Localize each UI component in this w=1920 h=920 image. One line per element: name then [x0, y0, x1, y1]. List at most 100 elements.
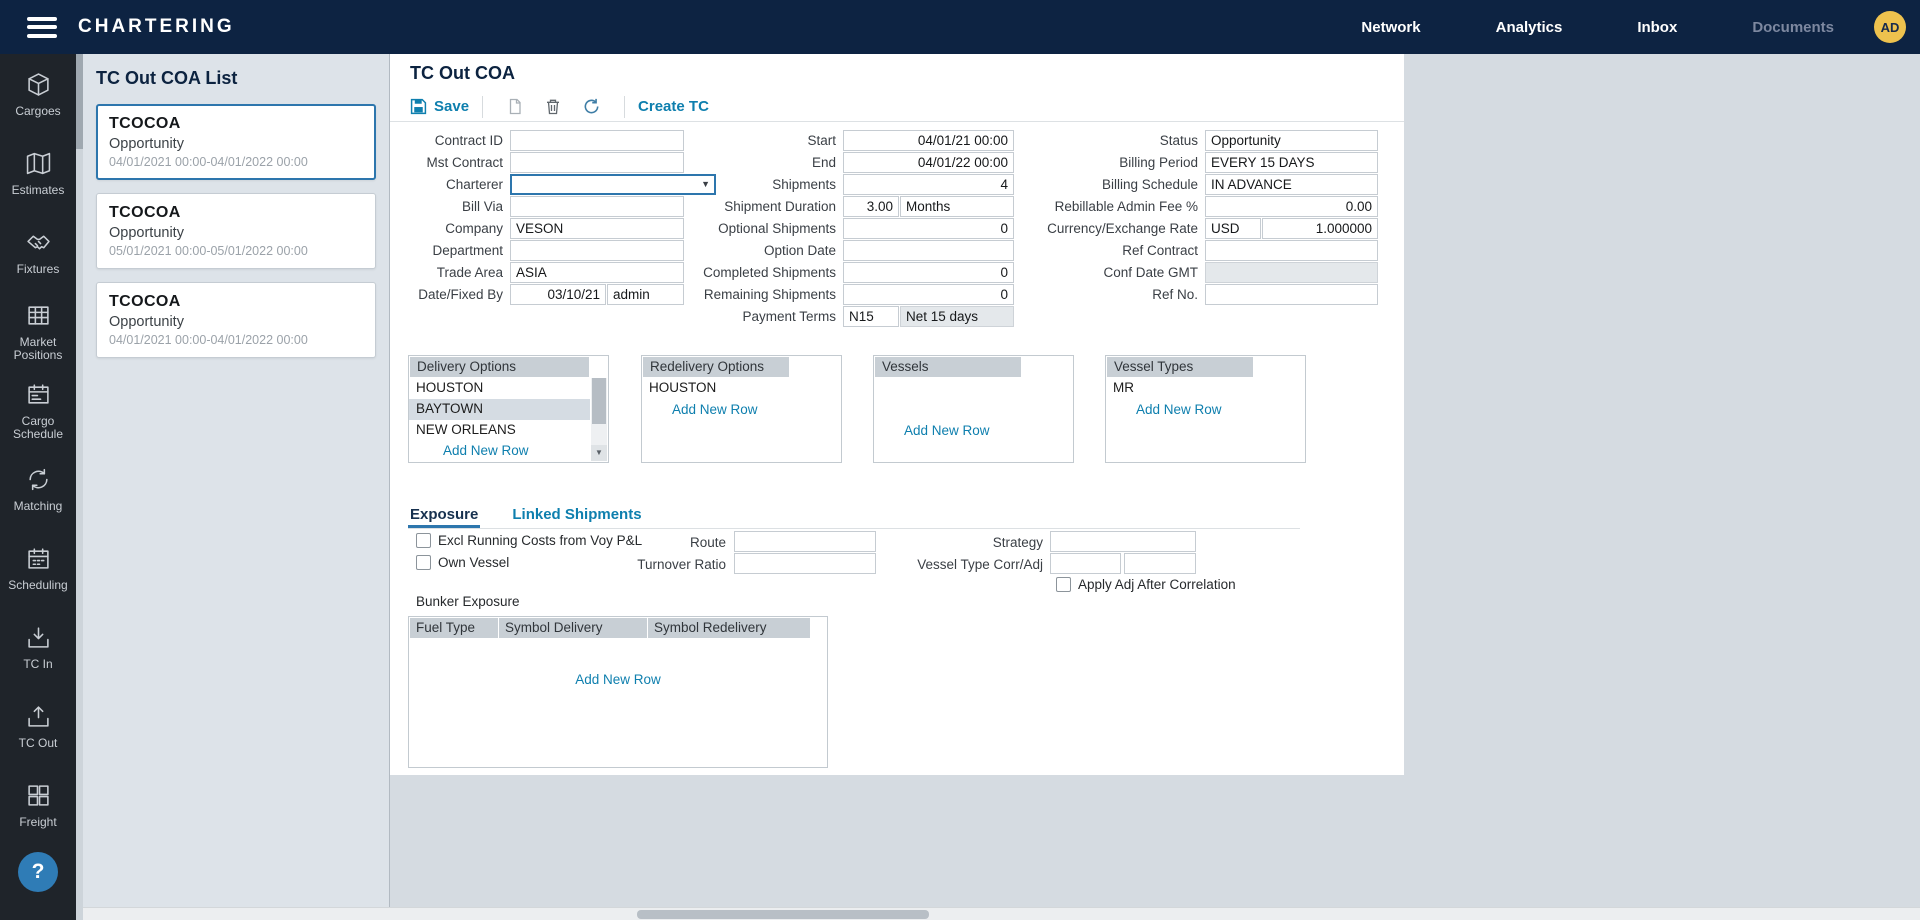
- nav-inbox[interactable]: Inbox: [1637, 19, 1677, 36]
- vessel-types-add-new-row-link[interactable]: Add New Row: [1106, 402, 1305, 417]
- form-column-right: Status Billing Period Billing Schedule R…: [1034, 130, 1378, 306]
- delivery-option-row-selected[interactable]: BAYTOWN: [409, 399, 590, 420]
- sidebar-item-tc-in[interactable]: TC In: [0, 609, 76, 688]
- nav-network[interactable]: Network: [1361, 19, 1420, 36]
- coa-card-dates: 05/01/2021 00:00-05/01/2022 00:00: [109, 244, 363, 258]
- menu-icon[interactable]: [27, 17, 57, 38]
- mst-contract-input[interactable]: [510, 152, 684, 173]
- delivery-option-row[interactable]: HOUSTON: [409, 378, 590, 399]
- currency-input[interactable]: [1205, 218, 1261, 239]
- sidebar-item-tc-out[interactable]: TC Out: [0, 688, 76, 767]
- turnover-ratio-input[interactable]: [734, 553, 876, 574]
- billing-schedule-label: Billing Schedule: [1034, 177, 1205, 192]
- create-tc-button[interactable]: Create TC: [638, 98, 709, 115]
- shipment-duration-unit-input[interactable]: [900, 196, 1014, 217]
- coa-card-status: Opportunity: [109, 314, 363, 330]
- sidebar-item-market-positions[interactable]: Market Positions: [0, 293, 76, 372]
- coa-card-name: TCOCOA: [109, 293, 363, 311]
- billing-period-label: Billing Period: [1034, 155, 1205, 170]
- tab-exposure[interactable]: Exposure: [408, 504, 480, 528]
- fixed-date-input[interactable]: [510, 284, 606, 305]
- shipment-duration-input[interactable]: [843, 196, 899, 217]
- trade-area-input[interactable]: [510, 262, 684, 283]
- sidebar-item-fixtures[interactable]: Fixtures: [0, 214, 76, 293]
- trade-area-label: Trade Area: [398, 265, 510, 280]
- tab-linked-shipments[interactable]: Linked Shipments: [510, 504, 643, 528]
- coa-card-name: TCOCOA: [109, 204, 363, 222]
- delivery-add-new-row-link[interactable]: Add New Row: [409, 443, 608, 458]
- fixed-by-input[interactable]: [607, 284, 684, 305]
- tc-out-icon: [26, 704, 51, 732]
- strategy-input[interactable]: [1050, 531, 1196, 552]
- rebillable-admin-fee-input[interactable]: [1205, 196, 1378, 217]
- company-input[interactable]: [510, 218, 684, 239]
- save-button-label: Save: [434, 98, 469, 115]
- list-scrollbar-thumb[interactable]: [76, 54, 83, 149]
- nav-analytics[interactable]: Analytics: [1496, 19, 1563, 36]
- mst-contract-label: Mst Contract: [398, 155, 510, 170]
- delivery-grid-scrollbar-thumb[interactable]: [592, 378, 606, 424]
- sidebar-item-label: Freight: [2, 816, 74, 829]
- scroll-down-arrow-icon[interactable]: ▼: [591, 445, 607, 461]
- horizontal-scrollbar[interactable]: [83, 907, 1920, 920]
- help-button[interactable]: ?: [18, 852, 58, 892]
- remaining-shipments-input[interactable]: [843, 284, 1014, 305]
- completed-shipments-input[interactable]: [843, 262, 1014, 283]
- list-scrollbar[interactable]: [76, 54, 83, 920]
- coa-card-dates: 04/01/2021 00:00-04/01/2022 00:00: [109, 333, 363, 347]
- shipments-input[interactable]: [843, 174, 1014, 195]
- sidebar-item-cargoes[interactable]: Cargoes: [0, 56, 76, 135]
- bunker-add-new-row-link[interactable]: Add New Row: [409, 672, 827, 687]
- redelivery-option-row[interactable]: HOUSTON: [642, 378, 841, 399]
- sidebar-item-freight[interactable]: Freight: [0, 767, 76, 846]
- route-input[interactable]: [734, 531, 876, 552]
- apply-adj-checkbox[interactable]: Apply Adj After Correlation: [1056, 577, 1236, 592]
- vessels-add-new-row-link[interactable]: Add New Row: [874, 423, 1073, 438]
- billing-schedule-input[interactable]: [1205, 174, 1378, 195]
- vessels-header: Vessels: [875, 357, 1021, 377]
- conf-date-gmt-label: Conf Date GMT: [1034, 265, 1205, 280]
- exchange-rate-input[interactable]: [1262, 218, 1378, 239]
- sidebar-item-matching[interactable]: Matching: [0, 451, 76, 530]
- sidebar-item-label: Cargoes: [2, 105, 74, 118]
- horizontal-scrollbar-thumb[interactable]: [637, 910, 929, 919]
- sidebar-item-estimates[interactable]: Estimates: [0, 135, 76, 214]
- vessel-type-adj-input[interactable]: [1124, 553, 1196, 574]
- redelivery-add-new-row-link[interactable]: Add New Row: [642, 402, 841, 417]
- estimates-map-icon: [26, 151, 51, 179]
- end-input[interactable]: [843, 152, 1014, 173]
- end-label: End: [680, 155, 843, 170]
- bunker-table-header: Fuel Type Symbol Delivery Symbol Redeliv…: [410, 618, 826, 638]
- payment-terms-code-input[interactable]: [843, 306, 899, 327]
- avatar[interactable]: AD: [1874, 11, 1906, 43]
- save-button[interactable]: Save: [410, 98, 469, 115]
- coa-card-selected[interactable]: TCOCOA Opportunity 04/01/2021 00:00-04/0…: [96, 104, 376, 180]
- vessel-type-corr-adj-label: Vessel Type Corr/Adj: [873, 557, 1043, 572]
- ref-contract-input[interactable]: [1205, 240, 1378, 261]
- vessel-type-corr-input[interactable]: [1050, 553, 1121, 574]
- option-date-input[interactable]: [843, 240, 1014, 261]
- sidebar-item-cargo-schedule[interactable]: Cargo Schedule: [0, 372, 76, 451]
- delete-trash-icon[interactable]: [545, 98, 561, 115]
- own-vessel-checkbox[interactable]: Own Vessel: [416, 555, 509, 570]
- contract-id-input[interactable]: [510, 130, 684, 151]
- bill-via-input[interactable]: [510, 196, 684, 217]
- charterer-label: Charterer: [398, 177, 510, 192]
- delivery-grid-scrollbar[interactable]: ▼: [591, 378, 607, 461]
- coa-card[interactable]: TCOCOA Opportunity 04/01/2021 00:00-04/0…: [96, 282, 376, 358]
- refresh-icon[interactable]: [583, 98, 600, 115]
- own-vessel-label: Own Vessel: [438, 555, 509, 570]
- status-input[interactable]: [1205, 130, 1378, 151]
- copy-document-icon[interactable]: [507, 98, 523, 115]
- start-input[interactable]: [843, 130, 1014, 151]
- optional-shipments-input[interactable]: [843, 218, 1014, 239]
- delivery-option-row[interactable]: NEW ORLEANS: [409, 420, 590, 441]
- sidebar-item-scheduling[interactable]: Scheduling: [0, 530, 76, 609]
- department-input[interactable]: [510, 240, 684, 261]
- coa-card-name: TCOCOA: [109, 115, 363, 133]
- billing-period-input[interactable]: [1205, 152, 1378, 173]
- vessel-type-row[interactable]: MR: [1106, 378, 1305, 399]
- coa-card[interactable]: TCOCOA Opportunity 05/01/2021 00:00-05/0…: [96, 193, 376, 269]
- sidebar-item-label: Market Positions: [2, 336, 74, 363]
- ref-no-input[interactable]: [1205, 284, 1378, 305]
